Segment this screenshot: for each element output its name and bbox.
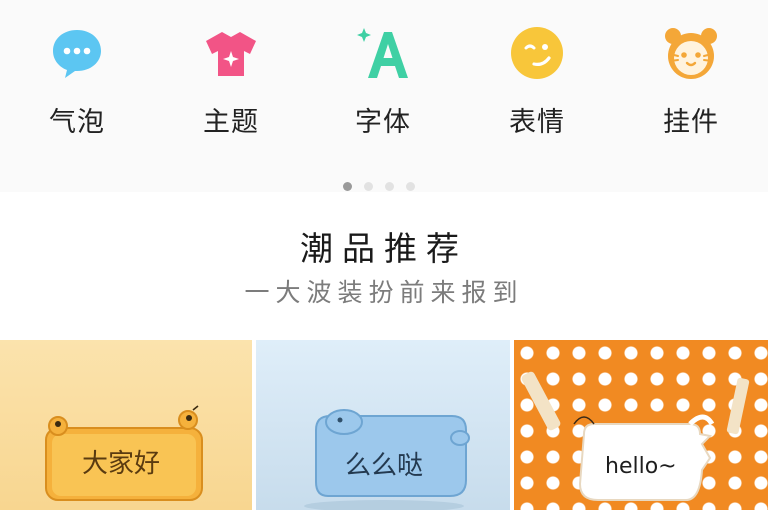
font-a-icon [357, 28, 408, 78]
bubble-text-3: hello~ [605, 454, 677, 479]
category-theme[interactable]: 主题 [176, 24, 286, 139]
blue-bubble-sticker [304, 409, 470, 510]
white-cloud-bubble-sticker [521, 371, 750, 501]
bubble-text-1: 大家好 [82, 449, 161, 479]
recommendation-card-1[interactable]: 大家好 [0, 340, 252, 510]
recommendation-card-3[interactable]: hello~ [514, 340, 768, 510]
category-pendant[interactable]: 挂件 [636, 24, 746, 139]
category-label-pendant: 挂件 [663, 107, 719, 138]
cat-face-icon [665, 28, 717, 79]
carousel-indicator [343, 176, 427, 191]
carousel-dot-1[interactable] [343, 182, 352, 191]
category-label-bubble: 气泡 [49, 107, 105, 138]
category-label-theme: 主题 [203, 107, 259, 138]
section-title: 潮品推荐 [300, 229, 468, 268]
category-label-font: 字体 [355, 107, 411, 138]
bubble-text-2: 么么哒 [345, 451, 424, 481]
tshirt-icon [206, 32, 256, 76]
carousel-dot-2[interactable] [364, 182, 373, 191]
section-subtitle: 一大波装扮前来报到 [244, 278, 524, 307]
category-emoji[interactable]: 表情 [482, 24, 592, 139]
carousel-dot-4[interactable] [406, 182, 415, 191]
category-font[interactable]: 字体 [328, 24, 438, 139]
carousel-dot-3[interactable] [385, 182, 394, 191]
category-panel: 气泡 主题 字体 表情 挂件 [0, 0, 768, 192]
category-bubble[interactable]: 气泡 [22, 24, 132, 139]
recommendation-card-2[interactable]: 么么哒 [256, 340, 510, 510]
chat-bubble-icon [53, 30, 101, 78]
category-label-emoji: 表情 [509, 107, 565, 138]
orange-bubble-sticker [45, 405, 203, 501]
smiley-icon [511, 27, 563, 79]
